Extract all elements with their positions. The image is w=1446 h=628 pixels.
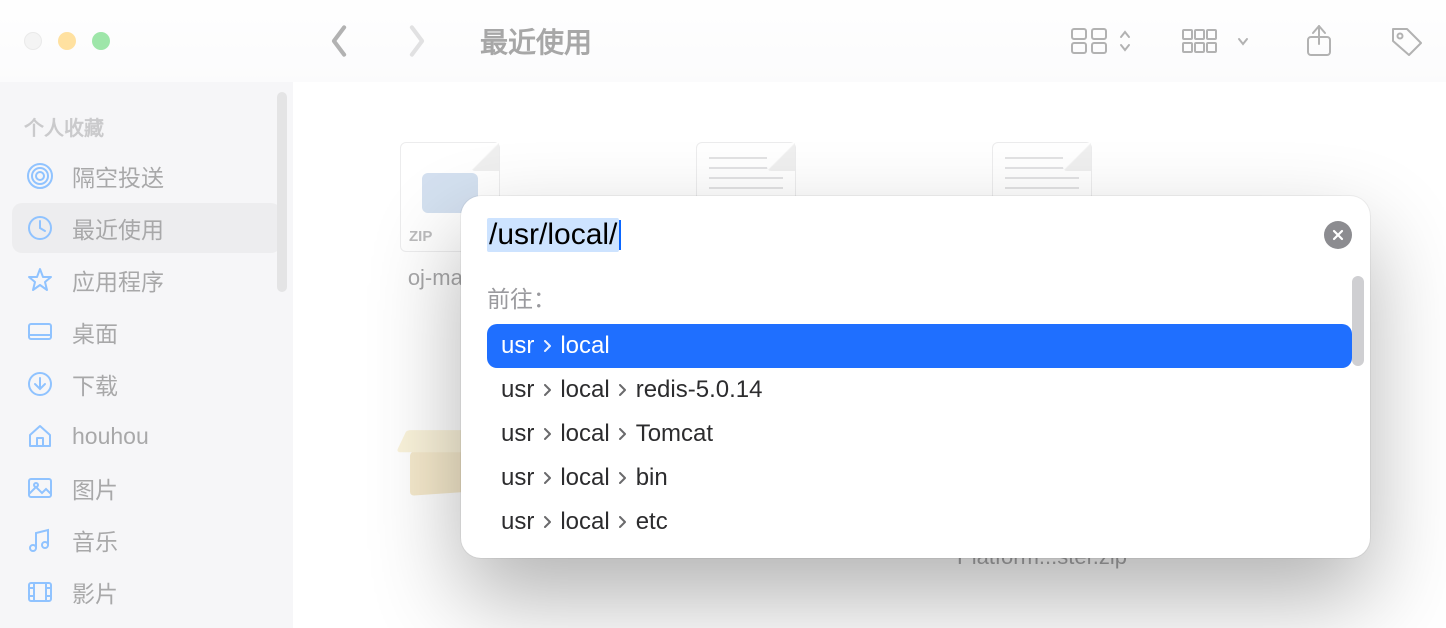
tags-button[interactable]	[1388, 26, 1426, 56]
go-to-folder-dialog: /usr/local/ 前往： usrlocalusrlocalredis-5.…	[461, 196, 1370, 558]
sidebar-item-label: 下载	[72, 367, 118, 401]
close-window-button[interactable]	[24, 32, 42, 50]
pictures-icon	[26, 474, 54, 502]
sidebar-item-label: 图片	[72, 471, 118, 505]
path-input[interactable]: /usr/local/	[487, 218, 619, 252]
music-icon	[26, 526, 54, 554]
sidebar-item-label: 隔空投送	[72, 159, 164, 193]
sidebar-item-label: 应用程序	[72, 263, 164, 297]
sidebar-item-pictures[interactable]: 图片	[12, 463, 281, 513]
sidebar-item-recents[interactable]: 最近使用	[12, 203, 281, 253]
clear-input-button[interactable]	[1324, 221, 1352, 249]
path-suggestion[interactable]: usrlocal	[487, 324, 1352, 368]
sidebar-item-movies[interactable]: 影片	[12, 567, 281, 617]
path-suggestion[interactable]: usrlocalredis-5.0.14	[487, 368, 1352, 412]
sidebar-item-home[interactable]: houhou	[12, 411, 281, 461]
path-suggestion[interactable]: usrlocaletc	[487, 500, 1352, 544]
sidebar-item-label: houhou	[72, 423, 149, 450]
sidebar-item-label: 最近使用	[72, 211, 164, 245]
goto-label: 前往：	[487, 280, 1352, 314]
dialog-scrollbar[interactable]	[1352, 276, 1364, 366]
sidebar: 个人收藏 隔空投送最近使用应用程序桌面下载 houhou 图片音乐影片	[0, 82, 293, 628]
airdrop-icon	[26, 162, 54, 190]
finder-window: 最近使用	[0, 0, 1446, 628]
sidebar-heading: 个人收藏	[0, 102, 293, 149]
back-button[interactable]	[320, 26, 358, 56]
path-suggestion[interactable]: usrlocalTomcat	[487, 412, 1352, 456]
sidebar-item-music[interactable]: 音乐	[12, 515, 281, 565]
sidebar-item-downloads[interactable]: 下载	[12, 359, 281, 409]
apps-icon	[26, 266, 54, 294]
fullscreen-window-button[interactable]	[92, 32, 110, 50]
sidebar-item-desktop[interactable]: 桌面	[12, 307, 281, 357]
sidebar-item-apps[interactable]: 应用程序	[12, 255, 281, 305]
forward-button[interactable]	[398, 26, 436, 56]
downloads-icon	[26, 370, 54, 398]
minimize-window-button[interactable]	[58, 32, 76, 50]
home-icon	[26, 422, 54, 450]
path-suggestion[interactable]: usrlocalbin	[487, 456, 1352, 500]
view-mode-switcher[interactable]	[1070, 27, 1132, 55]
sidebar-item-label: 音乐	[72, 523, 118, 557]
sidebar-item-label: 影片	[72, 575, 118, 609]
desktop-icon	[26, 318, 54, 346]
group-by-button[interactable]	[1182, 28, 1250, 54]
share-button[interactable]	[1300, 26, 1338, 56]
toolbar: 最近使用	[0, 0, 1446, 82]
sidebar-scrollbar[interactable]	[277, 92, 287, 292]
recents-icon	[26, 214, 54, 242]
sidebar-item-label: 桌面	[72, 315, 118, 349]
window-title: 最近使用	[480, 21, 592, 61]
traffic-lights	[24, 32, 110, 50]
movies-icon	[26, 578, 54, 606]
sidebar-item-airdrop[interactable]: 隔空投送	[12, 151, 281, 201]
